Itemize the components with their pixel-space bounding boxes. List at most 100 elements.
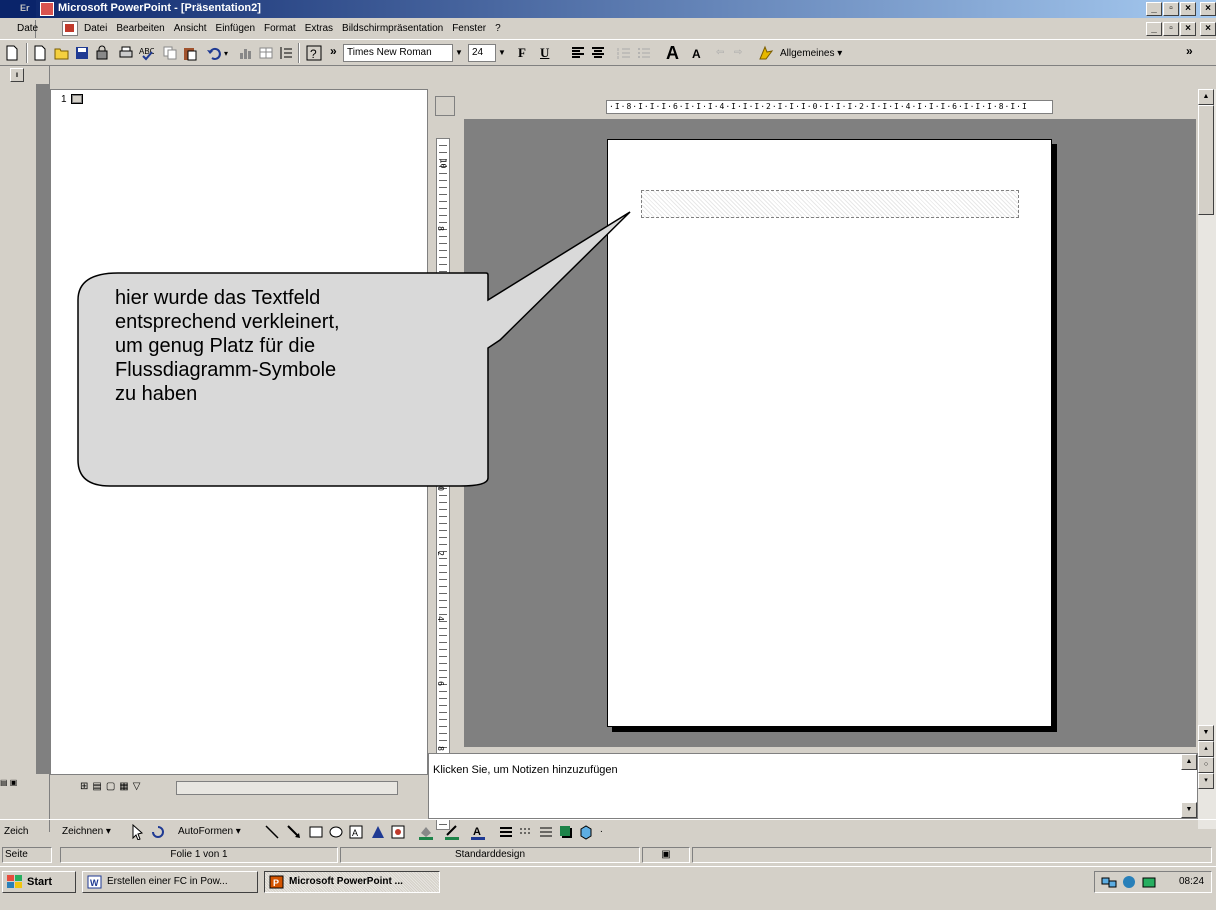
align-left-icon[interactable] [570, 45, 586, 61]
wordart-icon[interactable] [370, 824, 386, 840]
outer-close-button[interactable]: × [1200, 2, 1216, 16]
menu-help[interactable]: ? [495, 23, 501, 34]
copy-icon[interactable] [162, 45, 178, 61]
arrow-tool-icon[interactable] [286, 824, 302, 840]
line-color-icon[interactable] [444, 824, 460, 840]
save-icon[interactable] [74, 45, 90, 61]
volume-icon[interactable] [1141, 875, 1157, 889]
notes-pane[interactable]: Klicken Sie, um Notizen hinzuzufügen ▲ ▼ [428, 753, 1198, 819]
font-size-dropdown-icon[interactable]: ▼ [496, 44, 508, 62]
help-icon[interactable]: ? [306, 45, 322, 61]
dash-style-icon[interactable] [518, 824, 534, 840]
select-pointer-icon[interactable] [130, 824, 146, 840]
design-icon[interactable] [758, 45, 774, 61]
expand-all-icon[interactable] [278, 45, 294, 61]
network-icon[interactable] [1101, 875, 1117, 889]
outer-menu-stub[interactable]: Date [0, 20, 38, 38]
paste-icon[interactable] [182, 45, 198, 61]
font-name-box[interactable]: Times New Roman [343, 44, 453, 62]
menu-fenster[interactable]: Fenster [452, 23, 486, 34]
new-document-icon[interactable] [32, 45, 48, 61]
horizontal-scrollbar[interactable] [176, 781, 398, 795]
insert-table-icon[interactable] [258, 45, 274, 61]
spellcheck-icon[interactable]: ABC [138, 45, 154, 61]
title-placeholder-textbox[interactable] [641, 190, 1019, 218]
font-size-box[interactable]: 24 [468, 44, 496, 62]
doc-minimize-button[interactable]: _ [1146, 22, 1162, 36]
scroll-thumb[interactable] [1198, 105, 1214, 215]
document-icon[interactable] [62, 21, 78, 36]
ellipse-tool-icon[interactable] [328, 824, 344, 840]
slide-icon[interactable] [71, 94, 83, 104]
select-browse-object-button[interactable]: ○ [1198, 757, 1214, 773]
taskbar-item-word[interactable]: W Erstellen einer FC in Pow... [82, 871, 258, 893]
menu-bearbeiten[interactable]: Bearbeiten [116, 23, 164, 34]
antivirus-icon[interactable] [1121, 875, 1137, 889]
promote-icon[interactable]: ⇦ [716, 47, 724, 58]
close-button[interactable]: × [1180, 2, 1196, 16]
decrease-font-size-icon[interactable]: A [692, 47, 701, 61]
font-color-icon[interactable]: A [470, 824, 486, 840]
autoshapes-button[interactable]: AutoFormen ▾ [178, 826, 241, 837]
print-icon[interactable] [118, 45, 134, 61]
next-slide-button[interactable]: ▾ [1198, 773, 1214, 789]
textbox-tool-icon[interactable]: A [348, 824, 364, 840]
outer-new-icon[interactable] [4, 45, 20, 61]
underline-button[interactable]: U [540, 45, 549, 61]
demote-icon[interactable]: ⇨ [734, 47, 742, 58]
doc-close-button[interactable]: × [1180, 22, 1196, 36]
clipart-icon[interactable] [390, 824, 406, 840]
design-dropdown[interactable]: Allgemeines ▾ [780, 48, 842, 59]
outer-doc-close-button[interactable]: × [1200, 22, 1216, 36]
undo-dropdown-arrow[interactable]: ▾ [224, 49, 228, 58]
menu-einfuegen[interactable]: Einfügen [216, 23, 255, 34]
toolbar-overflow-chevron-right[interactable]: » [1186, 44, 1193, 58]
slide-canvas[interactable] [607, 139, 1052, 727]
undo-icon[interactable] [206, 45, 222, 61]
scroll-down-button[interactable]: ▼ [1198, 725, 1214, 741]
menu-datei[interactable]: Datei [84, 23, 107, 34]
spellcheck-status-icon[interactable]: ▣ [642, 847, 690, 863]
align-center-icon[interactable] [590, 45, 606, 61]
notes-scroll-up-button[interactable]: ▲ [1181, 754, 1197, 770]
scroll-up-button[interactable]: ▲ [1198, 89, 1214, 105]
line-style-icon[interactable] [498, 824, 514, 840]
start-button[interactable]: Start [2, 871, 76, 893]
doc-restore-button[interactable]: ▫ [1163, 22, 1179, 36]
restore-button[interactable]: ▫ [1163, 2, 1179, 16]
outer-pane-button[interactable]: ı [10, 68, 24, 82]
toolbar-overflow-chevron[interactable]: » [330, 44, 337, 58]
insert-chart-icon[interactable] [238, 45, 254, 61]
menu-extras[interactable]: Extras [305, 23, 333, 34]
outer-scrollbar[interactable] [36, 84, 50, 774]
3d-icon[interactable] [578, 824, 594, 840]
minimize-button[interactable]: _ [1146, 2, 1162, 16]
previous-slide-button[interactable]: ▴ [1198, 741, 1214, 757]
free-rotate-icon[interactable] [150, 824, 166, 840]
open-folder-icon[interactable] [54, 45, 70, 61]
ruler-corner[interactable] [435, 96, 455, 116]
shadow-icon[interactable] [558, 824, 574, 840]
line-tool-icon[interactable] [264, 824, 280, 840]
bullets-icon[interactable] [636, 45, 652, 61]
numbering-icon[interactable] [616, 45, 632, 61]
view-mode-icons[interactable]: ⊞▤▢▦▽ [80, 781, 144, 792]
clock[interactable]: 08:24 [1179, 876, 1204, 887]
arrow-style-icon[interactable] [538, 824, 554, 840]
outer-draw-stub[interactable]: Zeich [4, 826, 28, 837]
draw-menu-button[interactable]: Zeichnen ▾ [62, 826, 111, 837]
taskbar-item-powerpoint[interactable]: P Microsoft PowerPoint ... [264, 871, 440, 893]
notes-placeholder[interactable]: Klicken Sie, um Notizen hinzuzufügen [433, 764, 618, 776]
increase-font-size-icon[interactable]: A [666, 43, 679, 64]
powerpoint-app-icon[interactable] [40, 2, 54, 16]
menu-ansicht[interactable]: Ansicht [174, 23, 207, 34]
vertical-scrollbar[interactable]: ▲ ▼ ▴ ○ ▾ [1198, 89, 1216, 829]
font-name-dropdown-icon[interactable]: ▼ [453, 44, 465, 62]
menu-format[interactable]: Format [264, 23, 296, 34]
menu-bildschirmpraesentation[interactable]: Bildschirmpräsentation [342, 23, 443, 34]
permission-icon[interactable] [94, 45, 110, 61]
rectangle-tool-icon[interactable] [308, 824, 324, 840]
drawbar-more-arrow[interactable]: . [600, 824, 603, 835]
bold-button[interactable]: F [518, 45, 526, 61]
fill-color-icon[interactable] [418, 824, 434, 840]
